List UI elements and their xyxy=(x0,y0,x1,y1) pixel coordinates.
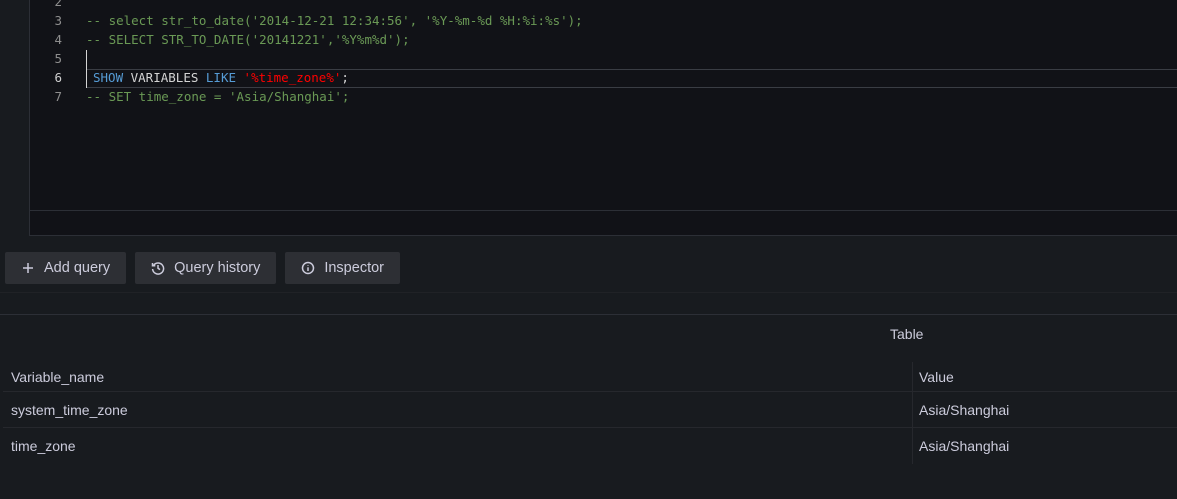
query-editor-area: 2 3 -- select str_to_date('2014-12-21 12:3… xyxy=(0,0,1177,237)
column-separator xyxy=(912,428,913,464)
code-text: -- SELECT STR_TO_DATE('20141221','%Y%m%d… xyxy=(86,30,410,49)
column-header-variable-name[interactable]: Variable_name xyxy=(11,362,911,392)
code-line[interactable]: 5 xyxy=(30,49,1177,68)
line-number: 2 xyxy=(54,0,62,9)
table-row: system_time_zone Asia/Shanghai xyxy=(0,392,1177,428)
line-number: 6 xyxy=(54,70,62,85)
table-cell: Asia/Shanghai xyxy=(919,438,1010,454)
plus-icon xyxy=(21,261,35,275)
code-token: -- SET time_zone = 'Asia/Shanghai'; xyxy=(86,89,350,104)
table-row: time_zone Asia/Shanghai xyxy=(0,428,1177,464)
code-text: -- SET time_zone = 'Asia/Shanghai'; xyxy=(86,87,349,106)
column-separator xyxy=(912,392,913,428)
table-cell: system_time_zone xyxy=(11,402,128,418)
code-text: -- select str_to_date('2014-12-21 12:34:… xyxy=(86,11,583,30)
column-separator[interactable] xyxy=(912,362,913,392)
query-toolbar: Add query Query history Inspector xyxy=(5,252,400,284)
code-line[interactable]: 2 xyxy=(30,0,1177,11)
editor-footer-divider xyxy=(29,210,1177,211)
inspector-button[interactable]: Inspector xyxy=(285,252,400,284)
info-circle-icon xyxy=(301,261,315,275)
query-history-label: Query history xyxy=(174,260,261,276)
code-token: -- SELECT STR_TO_DATE('20141221','%Y%m%d… xyxy=(86,32,410,47)
text-cursor xyxy=(86,50,87,88)
column-header-value[interactable]: Value xyxy=(919,362,1177,392)
line-number: 5 xyxy=(54,51,62,66)
history-icon xyxy=(151,261,165,275)
table-panel: Table Variable_name Value system_time_zo… xyxy=(0,315,1177,499)
line-number: 4 xyxy=(54,32,62,47)
table-cell: Asia/Shanghai xyxy=(919,402,1010,418)
table-cell: time_zone xyxy=(11,438,76,454)
line-number: 7 xyxy=(54,89,62,104)
panel-splitter[interactable] xyxy=(0,293,1177,314)
inspector-label: Inspector xyxy=(324,260,384,276)
line-number: 3 xyxy=(54,13,62,28)
active-line-highlight xyxy=(86,69,1177,88)
results-table: Variable_name Value system_time_zone Asi… xyxy=(0,362,1177,464)
add-query-button[interactable]: Add query xyxy=(5,252,127,284)
add-query-label: Add query xyxy=(44,260,111,276)
code-editor[interactable]: 2 3 -- select str_to_date('2014-12-21 12:3… xyxy=(29,0,1177,236)
query-history-button[interactable]: Query history xyxy=(135,252,277,284)
code-line[interactable]: 4 -- SELECT STR_TO_DATE('20141221','%Y%m%… xyxy=(30,30,1177,49)
table-header-row: Variable_name Value xyxy=(0,362,1177,392)
code-line[interactable]: 3 -- select str_to_date('2014-12-21 12:34… xyxy=(30,11,1177,30)
panel-title-text: Table xyxy=(890,326,924,342)
code-line[interactable]: 7 -- SET time_zone = 'Asia/Shanghai'; xyxy=(30,87,1177,106)
code-token: -- select str_to_date('2014-12-21 12:34:… xyxy=(86,13,583,28)
